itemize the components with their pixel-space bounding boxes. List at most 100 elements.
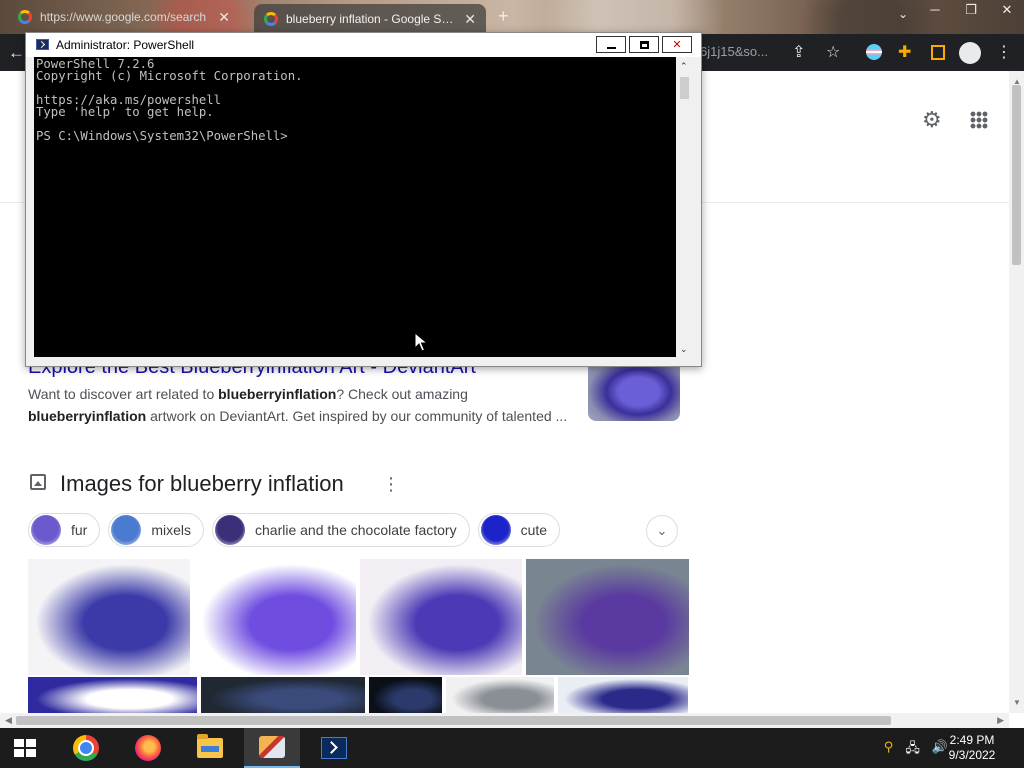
system-tray: ⚲ 🖧 🔊: [884, 739, 948, 761]
close-icon[interactable]: ✕: [218, 9, 230, 26]
chip-thumbnail: [215, 515, 246, 545]
taskbar-chrome[interactable]: [58, 728, 114, 768]
chip-thumbnail: [111, 515, 142, 545]
scroll-up-icon[interactable]: ⌃: [680, 61, 688, 72]
minimize-icon[interactable]: ─: [924, 2, 946, 18]
close-icon[interactable]: ✕: [464, 11, 476, 28]
scrollbar-thumb[interactable]: [1012, 85, 1021, 265]
mouse-cursor-icon: [414, 332, 428, 352]
search-icon[interactable]: ⚲: [884, 739, 894, 761]
minimize-button[interactable]: [596, 36, 626, 53]
snippet-text: ? Check out amazing: [336, 386, 468, 402]
new-tab-button[interactable]: +: [498, 6, 509, 27]
scroll-right-icon[interactable]: ▶: [997, 715, 1004, 726]
image-result-thumbnail[interactable]: [194, 559, 356, 675]
image-result-thumbnail[interactable]: [526, 559, 689, 675]
maximize-icon: [639, 40, 649, 49]
address-bar-text[interactable]: 6j1j15&so...: [700, 44, 768, 59]
avatar[interactable]: [959, 42, 981, 64]
browser-window-controls: ─ ❐ ✕: [924, 2, 1018, 18]
images-section-heading[interactable]: Images for blueberry inflation: [60, 471, 344, 497]
tab-search-chevron-icon[interactable]: ⌄: [898, 7, 908, 21]
chrome-icon: [73, 735, 99, 761]
tab-google-search[interactable]: https://www.google.com/search ✕: [8, 4, 240, 30]
restore-icon[interactable]: ❐: [960, 2, 982, 18]
powershell-window[interactable]: Administrator: PowerShell ✕ PowerShell 7…: [25, 32, 702, 367]
kebab-menu-icon[interactable]: ⋮: [996, 42, 1012, 62]
image-result-thumbnail[interactable]: [28, 677, 197, 713]
console-line: PS C:\Windows\System32\PowerShell>: [36, 129, 288, 143]
folder-icon: [197, 734, 223, 758]
scroll-down-icon[interactable]: ⌄: [680, 344, 688, 355]
minimize-icon: [606, 46, 616, 49]
scroll-left-icon[interactable]: ◀: [5, 715, 12, 726]
image-result-thumbnail[interactable]: [369, 677, 442, 713]
clock-date: 9/3/2022: [948, 748, 996, 762]
chip-thumbnail: [31, 515, 61, 545]
star-icon[interactable]: ☆: [826, 42, 840, 62]
taskbar-file-explorer[interactable]: [182, 728, 238, 768]
taskbar-clock[interactable]: 2:49 PM 9/3/2022: [942, 733, 1002, 763]
image-icon: [30, 474, 46, 490]
powershell-icon: [321, 737, 347, 759]
snippet-text: Want to discover art related to: [28, 386, 219, 402]
window-title: Administrator: PowerShell: [56, 38, 195, 52]
image-result-thumbnail[interactable]: [446, 677, 554, 713]
console-line: Copyright (c) Microsoft Corporation.: [36, 69, 303, 83]
gear-icon[interactable]: ⚙: [922, 107, 942, 133]
chip-label: cute: [520, 522, 548, 538]
console-scrollbar[interactable]: ⌃ ⌄: [676, 57, 693, 357]
toolbox-icon: [259, 736, 285, 758]
scroll-down-icon[interactable]: ▼: [1013, 698, 1021, 707]
filter-chip[interactable]: fur: [28, 513, 101, 547]
image-result-thumbnail[interactable]: [558, 677, 688, 713]
close-window-icon[interactable]: ✕: [996, 2, 1018, 18]
chip-label: fur: [71, 522, 88, 538]
console-output[interactable]: PowerShell 7.2.6 Copyright (c) Microsoft …: [34, 57, 676, 357]
taskbar-tools[interactable]: [244, 728, 300, 768]
side-panel-icon[interactable]: [931, 45, 945, 60]
share-icon[interactable]: ⇪: [792, 42, 805, 62]
chip-thumbnail: [480, 515, 511, 545]
windows-start-icon[interactable]: [14, 739, 36, 757]
taskbar-powershell[interactable]: [306, 728, 362, 768]
more-options-icon[interactable]: ⋮: [382, 474, 400, 495]
console-line: Type 'help' to get help.: [36, 105, 214, 119]
result-snippet: Want to discover art related to blueberr…: [28, 383, 588, 427]
scrollbar-thumb[interactable]: [16, 716, 891, 725]
snippet-text: artwork on DeviantArt. Get inspired by o…: [146, 408, 568, 424]
snippet-highlight: blueberryinflation: [28, 408, 147, 424]
puzzle-icon[interactable]: ✚: [898, 42, 911, 62]
image-result-thumbnail[interactable]: [360, 559, 522, 675]
page-vertical-scrollbar[interactable]: ▲ ▼: [1009, 71, 1024, 713]
arrow-left-icon[interactable]: ←: [8, 43, 25, 63]
clock-time: 2:49 PM: [949, 733, 995, 747]
powershell-titlebar[interactable]: Administrator: PowerShell ✕: [26, 33, 701, 57]
taskbar-firefox[interactable]: [120, 728, 176, 768]
image-row: [28, 677, 688, 713]
image-row: [28, 559, 689, 675]
google-favicon-icon: [264, 12, 278, 26]
maximize-button[interactable]: [629, 36, 659, 53]
image-result-thumbnail[interactable]: [201, 677, 365, 713]
tab-title: https://www.google.com/search: [40, 10, 207, 24]
windows-taskbar: ⚲ 🖧 🔊 2:49 PM 9/3/2022: [0, 728, 1024, 768]
tab-title: blueberry inflation - Google Search: [286, 12, 457, 26]
grid-icon[interactable]: [970, 111, 988, 129]
filter-chip[interactable]: charlie and the chocolate factory: [212, 513, 470, 547]
close-button[interactable]: ✕: [662, 36, 692, 53]
chevron-down-icon[interactable]: ⌄: [646, 515, 678, 547]
image-filter-chips: fur mixels charlie and the chocolate facto…: [28, 513, 561, 547]
filter-chip[interactable]: mixels: [108, 513, 205, 547]
network-icon[interactable]: 🖧: [905, 739, 920, 761]
powershell-icon: [36, 39, 49, 50]
profile-flag-icon[interactable]: [866, 44, 882, 60]
page-horizontal-scrollbar[interactable]: ◀ ▶: [0, 713, 1009, 728]
scrollbar-thumb[interactable]: [680, 77, 689, 99]
tab-blueberry-inflation[interactable]: blueberry inflation - Google Search ✕: [254, 4, 486, 34]
google-favicon-icon: [18, 10, 32, 24]
snippet-highlight: blueberryinflation: [218, 386, 337, 402]
image-result-thumbnail[interactable]: [28, 559, 190, 675]
filter-chip[interactable]: cute: [477, 513, 561, 547]
chip-label: mixels: [151, 522, 192, 538]
